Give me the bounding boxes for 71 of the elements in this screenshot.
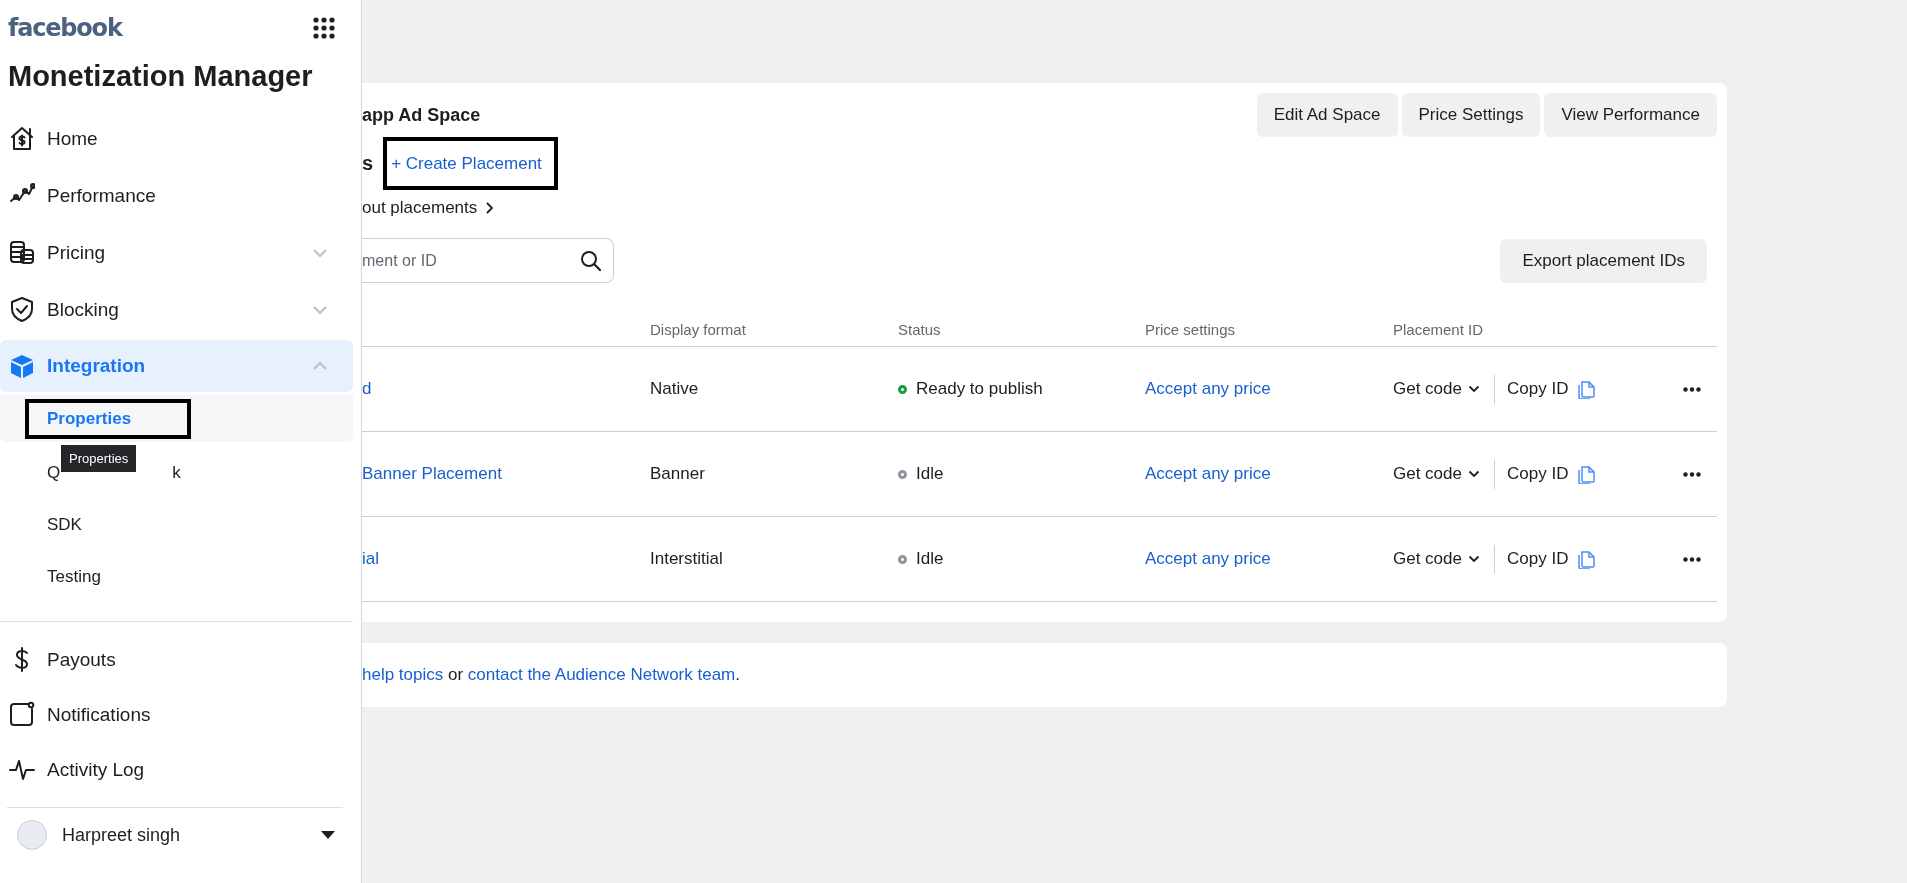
action-button[interactable]: Price Settings: [1401, 93, 1541, 137]
copy-id-button[interactable]: Copy ID: [1507, 549, 1597, 569]
copy-id-button[interactable]: Copy ID: [1507, 464, 1597, 484]
placement-name-link[interactable]: Banner Placement: [362, 464, 650, 484]
create-placement-link[interactable]: + Create Placement: [391, 153, 542, 174]
chevron-down-icon: [1468, 470, 1480, 478]
get-code-button[interactable]: Get code: [1393, 549, 1480, 569]
action-button[interactable]: Edit Ad Space: [1256, 93, 1398, 137]
shield-check-icon: [9, 296, 35, 323]
help-link[interactable]: help topics: [362, 665, 444, 684]
app-title: Monetization Manager: [7, 59, 314, 94]
facebook-logo[interactable]: facebook: [8, 14, 122, 42]
notification-icon: [9, 701, 35, 728]
copy-icon: [1576, 464, 1597, 484]
nav-item[interactable]: Performance: [0, 167, 353, 224]
sub-nav-item[interactable]: Properties: [47, 408, 132, 429]
nav-item[interactable]: Blocking: [0, 281, 353, 338]
placement-name-link[interactable]: ial: [362, 549, 650, 569]
status-text: Idle: [916, 464, 944, 484]
status-text: Ready to publish: [916, 379, 1043, 399]
avatar: [17, 820, 47, 850]
nav-item[interactable]: Integration: [0, 340, 353, 392]
sub-nav-item[interactable]: Testing: [47, 567, 101, 587]
sub-nav-item[interactable]: k: [172, 463, 181, 483]
column-header: Status: [898, 321, 942, 338]
sub-nav-item[interactable]: Q: [47, 463, 61, 483]
copy-icon: [1576, 549, 1597, 569]
caret-down-icon: [321, 831, 335, 839]
copy-id-button[interactable]: Copy ID: [1507, 379, 1597, 399]
price-settings-link[interactable]: Accept any price: [1145, 379, 1393, 399]
cube-icon: [9, 352, 35, 380]
get-code-button[interactable]: Get code: [1393, 464, 1480, 484]
sub-nav-item[interactable]: SDK: [47, 515, 82, 535]
help-text: help topics or contact the Audience Network team.: [362, 665, 740, 685]
learn-more-link[interactable]: out placements: [362, 193, 496, 223]
nav-item[interactable]: Pricing: [0, 224, 353, 281]
status-text: Idle: [916, 549, 944, 569]
placement-name-link[interactable]: d: [362, 379, 650, 399]
more-icon: [1683, 556, 1701, 562]
action-button[interactable]: View Performance: [1544, 93, 1717, 137]
column-header: Placement ID: [1393, 321, 1485, 338]
nav-item[interactable]: Payouts: [7, 632, 343, 687]
table-cell-text: Interstitial: [650, 549, 724, 569]
help-link[interactable]: contact the Audience Network team: [467, 665, 736, 684]
nav-item[interactable]: Home: [0, 110, 353, 167]
tooltip: Properties: [61, 445, 137, 472]
nav-item[interactable]: Activity Log: [7, 742, 343, 797]
more-icon: [1683, 386, 1701, 392]
nav-item[interactable]: Notifications: [7, 687, 343, 742]
export-button[interactable]: Export placement IDs: [1500, 238, 1707, 283]
column-header: Price settings: [1145, 321, 1237, 338]
grid-icon: [313, 17, 335, 39]
more-icon: [1683, 471, 1701, 477]
home-icon: [9, 125, 35, 152]
chevron-down-icon: [1468, 385, 1480, 393]
price-settings-link[interactable]: Accept any price: [1145, 549, 1393, 569]
search-field[interactable]: ment or ID: [362, 238, 614, 283]
copy-icon: [1576, 379, 1597, 399]
column-header: Display format: [650, 321, 747, 338]
chevron-down-icon: [1468, 555, 1480, 563]
search-icon: [580, 250, 602, 272]
coins-icon: [9, 239, 35, 266]
user-name[interactable]: Harpreet singh: [62, 824, 321, 846]
apps-menu-button[interactable]: [313, 17, 335, 39]
ad-space-title: app Ad Space: [362, 104, 481, 126]
table-cell-text: Native: [650, 379, 700, 399]
get-code-button[interactable]: Get code: [1393, 379, 1480, 399]
chevron-right-icon: [485, 201, 496, 215]
price-settings-link[interactable]: Accept any price: [1145, 464, 1393, 484]
table-cell-text: Banner: [650, 464, 706, 484]
section-heading: s: [362, 152, 374, 175]
